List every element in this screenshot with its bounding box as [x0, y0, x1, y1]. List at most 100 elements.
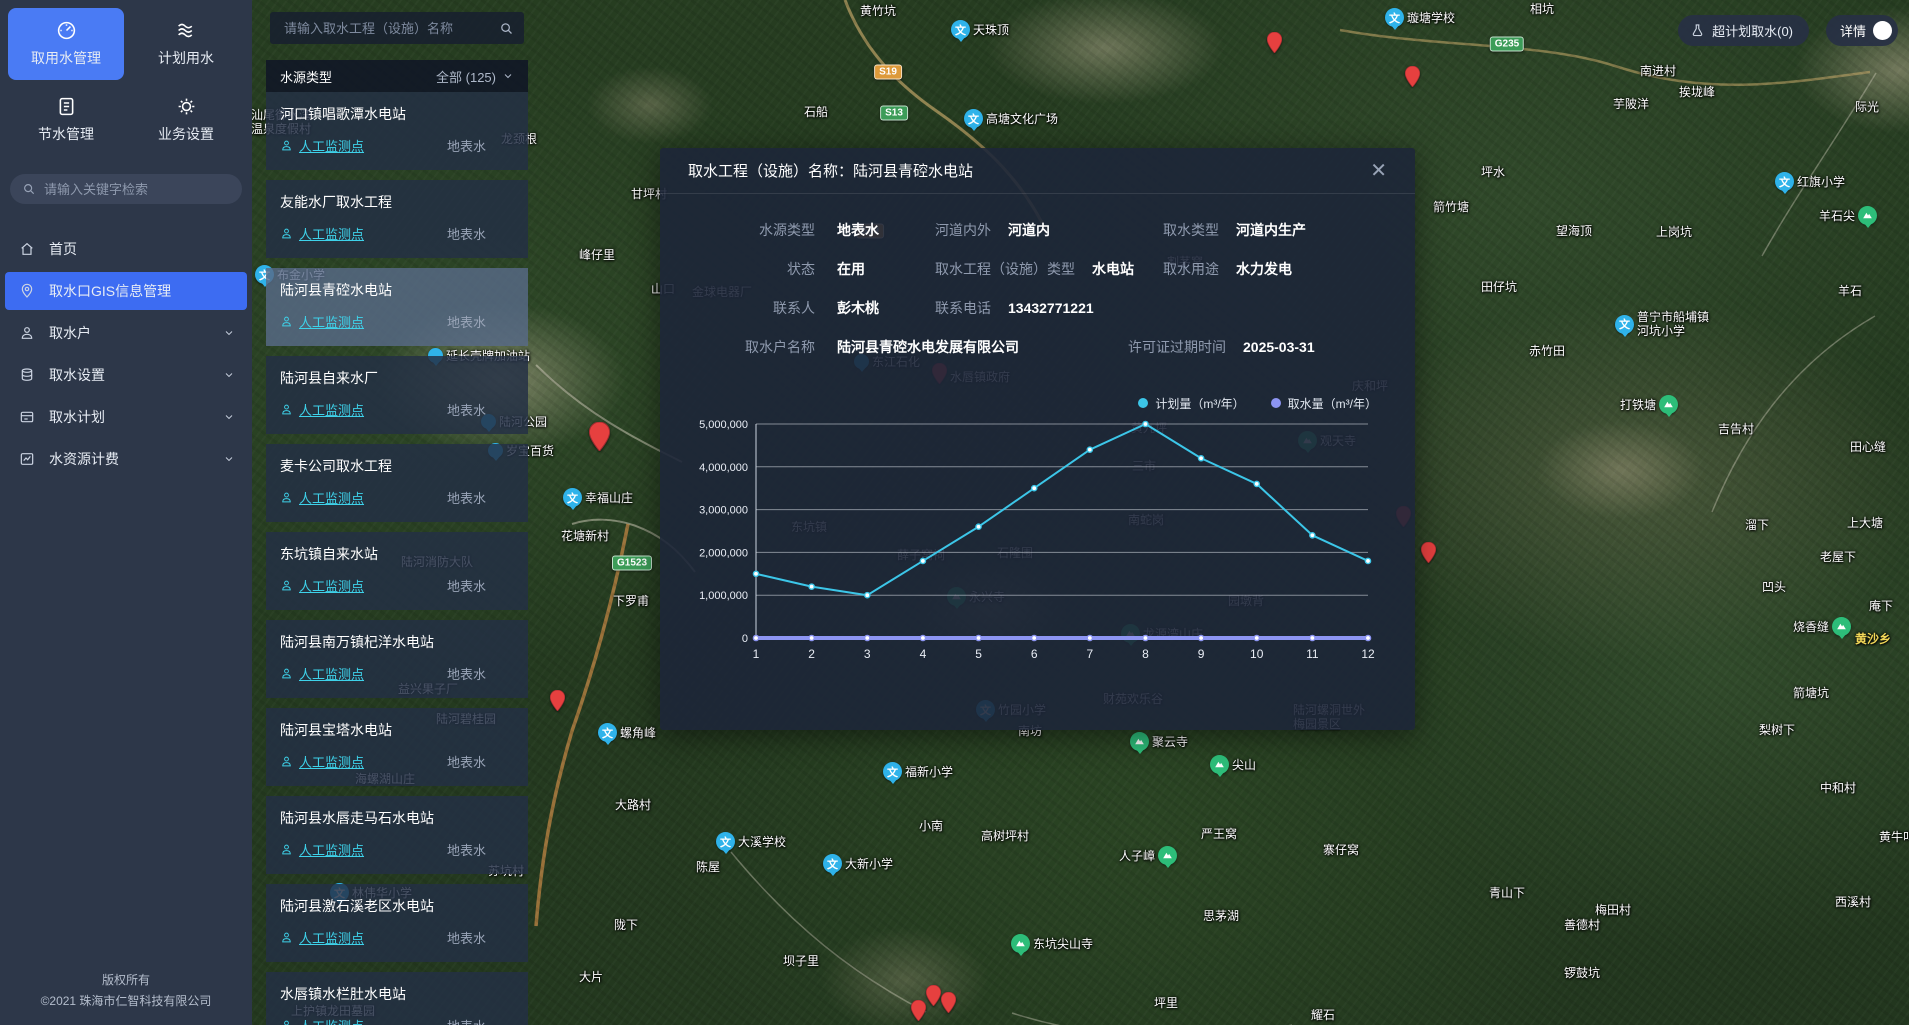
map-pin-nature[interactable]: 烧香缝 [1793, 617, 1851, 636]
map-pin-school[interactable]: 文大新小学 [823, 854, 893, 873]
map-pin-school[interactable]: 文幸福山庄 [563, 488, 633, 507]
red-marker-icon[interactable] [911, 1000, 926, 1025]
school-pin-icon[interactable]: 文 [883, 762, 902, 781]
sidebar-search[interactable] [10, 174, 242, 204]
monitor-point-link[interactable]: 人工监测点 [280, 136, 364, 155]
mountain-pin-icon[interactable] [1659, 395, 1678, 414]
station-list-item[interactable]: 陆河县水唇走马石水电站 人工监测点 地表水 [266, 796, 528, 874]
sidebar-search-input[interactable] [44, 182, 230, 197]
map-pin-school[interactable]: 文红旗小学 [1775, 172, 1845, 191]
station-list-item[interactable]: 陆河县自来水厂 人工监测点 地表水 [266, 356, 528, 434]
map-pin-red[interactable] [926, 985, 941, 1011]
school-pin-icon[interactable]: 文 [1615, 315, 1634, 334]
sidebar-item-取水计划[interactable]: 取水计划 [5, 398, 247, 436]
red-marker-icon[interactable] [589, 422, 610, 456]
map-pin-red[interactable] [1405, 66, 1420, 92]
sidebar-item-取水设置[interactable]: 取水设置 [5, 356, 247, 394]
station-search-input[interactable] [284, 21, 499, 36]
map-pin-school[interactable]: 文螺角峰 [598, 723, 656, 742]
sidebar-item-首页[interactable]: 首页 [5, 230, 247, 268]
app-tab-节水管理[interactable]: 节水管理 [8, 84, 124, 156]
legend-item[interactable]: 计划量（m³/年） [1138, 395, 1244, 412]
monitor-point-link[interactable]: 人工监测点 [280, 312, 364, 331]
school-pin-icon[interactable]: 文 [563, 488, 582, 507]
app-tab-取用水管理[interactable]: 取用水管理 [8, 8, 124, 80]
school-pin-icon[interactable]: 文 [1775, 172, 1794, 191]
mountain-pin-icon[interactable] [1210, 755, 1229, 774]
station-list-item[interactable]: 陆河县宝塔水电站 人工监测点 地表水 [266, 708, 528, 786]
station-list-item[interactable]: 东坑镇自来水站 人工监测点 地表水 [266, 532, 528, 610]
mountain-pin-icon[interactable] [1858, 206, 1877, 225]
map-pin-nature[interactable]: 羊石尖 [1819, 206, 1877, 225]
detail-toggle[interactable]: 详情 [1826, 15, 1898, 46]
map-pin-red[interactable] [589, 422, 610, 456]
monitor-point-link[interactable]: 人工监测点 [280, 488, 364, 507]
map-pin-nature[interactable]: 尖山 [1210, 755, 1256, 774]
map-pin-nature[interactable]: 打铁塘 [1620, 395, 1678, 414]
red-marker-icon[interactable] [1267, 32, 1282, 58]
school-pin-icon[interactable]: 文 [823, 854, 842, 873]
map-pin-red[interactable] [550, 690, 565, 716]
map-pin-nature[interactable]: 东坑尖山寺 [1011, 934, 1093, 953]
monitor-point-link[interactable]: 人工监测点 [280, 840, 364, 859]
person-icon [280, 315, 293, 328]
toggle-knob-icon[interactable] [1873, 21, 1892, 40]
monitor-point-link[interactable]: 人工监测点 [280, 576, 364, 595]
map-pin-school[interactable]: 文高塘文化广场 [964, 109, 1058, 128]
mountain-pin-icon[interactable] [1130, 732, 1149, 751]
school-pin-icon[interactable]: 文 [1385, 8, 1404, 27]
map-pin-school[interactable]: 文天珠顶 [951, 20, 1009, 39]
monitor-point-link[interactable]: 人工监测点 [280, 1016, 364, 1025]
over-plan-intake-button[interactable]: 超计划取水(0) [1678, 15, 1809, 46]
i-card-icon [19, 409, 35, 425]
red-marker-icon[interactable] [941, 992, 956, 1018]
app-tab-计划用水[interactable]: 计划用水 [128, 8, 244, 80]
map-pin-nature[interactable]: 人子嶂 [1119, 846, 1177, 865]
mountain-pin-icon[interactable] [1832, 617, 1851, 636]
water-source-type: 地表水 [447, 576, 486, 595]
map-pin-school[interactable]: 文璇塘学校 [1385, 8, 1455, 27]
legend-item[interactable]: 取水量（m³/年） [1271, 395, 1377, 412]
map-pin-school[interactable]: 文大溪学校 [716, 832, 786, 851]
school-pin-icon[interactable]: 文 [951, 20, 970, 39]
station-list-item[interactable]: 友能水厂取水工程 人工监测点 地表水 [266, 180, 528, 258]
red-marker-icon[interactable] [550, 690, 565, 716]
station-list-item[interactable]: 水唇镇水栏肚水电站 人工监测点 地表水 [266, 972, 528, 1025]
water-source-type: 地表水 [447, 1016, 486, 1025]
map-pin-red[interactable] [941, 992, 956, 1018]
sidebar-item-水资源计费[interactable]: 水资源计费 [5, 440, 247, 478]
map-pin-school[interactable]: 文普宁市船埔镇河坑小学 [1615, 310, 1709, 339]
sidebar-item-取水户[interactable]: 取水户 [5, 314, 247, 352]
map-pin-red[interactable] [1267, 32, 1282, 58]
monitor-point-link[interactable]: 人工监测点 [280, 752, 364, 771]
monitor-point-link[interactable]: 人工监测点 [280, 664, 364, 683]
monitor-point-link[interactable]: 人工监测点 [280, 224, 364, 243]
school-pin-icon[interactable]: 文 [716, 832, 735, 851]
mountain-pin-icon[interactable] [1158, 846, 1177, 865]
red-marker-icon[interactable] [1421, 542, 1436, 568]
map-pin-red[interactable] [911, 1000, 926, 1025]
station-list-item[interactable]: 陆河县南万镇杞洋水电站 人工监测点 地表水 [266, 620, 528, 698]
map-pin-nature[interactable]: 聚云寺 [1130, 732, 1188, 751]
school-pin-icon[interactable]: 文 [964, 109, 983, 128]
monitor-point-link[interactable]: 人工监测点 [280, 400, 364, 419]
map-label: 羊石 [1838, 282, 1862, 299]
search-icon[interactable] [499, 21, 514, 36]
map-pin-red[interactable] [1421, 542, 1436, 568]
sidebar-item-取水口GIS信息管理[interactable]: 取水口GIS信息管理 [5, 272, 247, 310]
close-icon[interactable]: ✕ [1370, 161, 1387, 181]
station-list-item[interactable]: 陆河县青硿水电站 人工监测点 地表水 [266, 268, 528, 346]
red-marker-icon[interactable] [926, 985, 941, 1011]
station-list-item[interactable]: 麦卡公司取水工程 人工监测点 地表水 [266, 444, 528, 522]
map-label: 陇下 [614, 916, 638, 933]
app-tab-业务设置[interactable]: 业务设置 [128, 84, 244, 156]
school-pin-icon[interactable]: 文 [598, 723, 617, 742]
filter-dropdown[interactable]: 全部 (125) [436, 67, 514, 86]
station-list-item[interactable]: 河口镇唱歌潭水电站 人工监测点 地表水 [266, 92, 528, 170]
mountain-pin-icon[interactable] [1011, 934, 1030, 953]
red-marker-icon[interactable] [1405, 66, 1420, 92]
station-list-item[interactable]: 陆河县激石溪老区水电站 人工监测点 地表水 [266, 884, 528, 962]
station-search[interactable] [270, 12, 524, 44]
map-pin-school[interactable]: 文福新小学 [883, 762, 953, 781]
monitor-point-link[interactable]: 人工监测点 [280, 928, 364, 947]
